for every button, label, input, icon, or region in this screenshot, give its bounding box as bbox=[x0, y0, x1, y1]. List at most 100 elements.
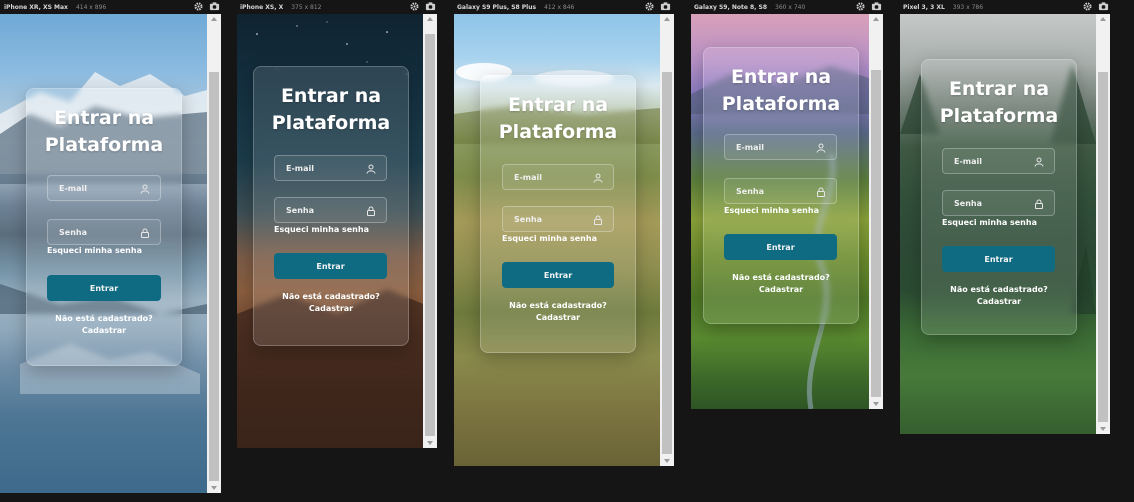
lock-icon bbox=[817, 187, 825, 197]
login-button[interactable]: Entrar bbox=[274, 253, 387, 279]
forgot-password-link[interactable]: Esqueci minha senha bbox=[47, 246, 142, 255]
forgot-password-link[interactable]: Esqueci minha senha bbox=[942, 218, 1037, 227]
password-label: Senha bbox=[59, 227, 87, 237]
camera-icon[interactable] bbox=[871, 1, 882, 12]
login-title: Entrar na Plataforma bbox=[481, 92, 635, 146]
vertical-scrollbar[interactable] bbox=[660, 14, 674, 466]
signup-prompt: Não está cadastrado? Cadastrar bbox=[254, 291, 408, 314]
scroll-up-arrow[interactable] bbox=[207, 14, 221, 24]
scroll-down-arrow[interactable] bbox=[1096, 424, 1110, 434]
scroll-down-arrow[interactable] bbox=[660, 456, 674, 466]
no-account-text: Não está cadastrado? bbox=[282, 292, 380, 301]
device-header: iPhone XS, X 375 x 812 bbox=[240, 0, 436, 14]
login-button[interactable]: Entrar bbox=[942, 246, 1055, 272]
title-line2: Plataforma bbox=[939, 104, 1059, 127]
login-button[interactable]: Entrar bbox=[724, 234, 837, 260]
login-card: Entrar na Plataforma E-mail Senha Esquec… bbox=[703, 47, 859, 324]
device-viewport: Entrar na Plataforma E-mail Senha Esquec… bbox=[0, 14, 221, 493]
forgot-password-link[interactable]: Esqueci minha senha bbox=[274, 225, 369, 234]
device-header: iPhone XR, XS Max 414 x 896 bbox=[4, 0, 220, 14]
email-field[interactable]: E-mail bbox=[502, 164, 614, 190]
device-name: Galaxy S9, Note 8, S8 bbox=[694, 3, 768, 11]
email-label: E-mail bbox=[286, 163, 315, 173]
title-line1: Entrar na bbox=[507, 94, 609, 116]
scroll-thumb[interactable] bbox=[662, 72, 672, 454]
email-field[interactable]: E-mail bbox=[942, 148, 1055, 174]
vertical-scrollbar[interactable] bbox=[207, 14, 221, 493]
register-link[interactable]: Cadastrar bbox=[481, 312, 635, 324]
device-name: Pixel 3, 3 XL bbox=[903, 3, 945, 11]
signup-prompt: Não está cadastrado? Cadastrar bbox=[481, 300, 635, 323]
gear-icon[interactable] bbox=[409, 1, 420, 12]
scroll-thumb[interactable] bbox=[1098, 72, 1108, 422]
scroll-up-arrow[interactable] bbox=[423, 14, 437, 24]
scroll-down-arrow[interactable] bbox=[423, 438, 437, 448]
login-title: Entrar na Plataforma bbox=[922, 76, 1076, 130]
password-field[interactable]: Senha bbox=[47, 219, 161, 245]
no-account-text: Não está cadastrado? bbox=[950, 285, 1048, 294]
scroll-up-arrow[interactable] bbox=[869, 14, 883, 24]
user-icon bbox=[366, 164, 376, 174]
login-title: Entrar na Plataforma bbox=[704, 64, 858, 118]
password-label: Senha bbox=[736, 186, 764, 196]
scroll-up-arrow[interactable] bbox=[660, 14, 674, 24]
scroll-up-arrow[interactable] bbox=[1096, 14, 1110, 24]
vertical-scrollbar[interactable] bbox=[1096, 14, 1110, 434]
scroll-thumb[interactable] bbox=[871, 70, 881, 397]
email-field[interactable]: E-mail bbox=[274, 155, 387, 181]
scroll-down-arrow[interactable] bbox=[869, 399, 883, 409]
scroll-thumb[interactable] bbox=[425, 34, 435, 436]
login-card: Entrar na Plataforma E-mail Senha Esquec… bbox=[26, 88, 182, 366]
title-line2: Plataforma bbox=[271, 111, 391, 134]
login-card: Entrar na Plataforma E-mail Senha Esquec… bbox=[921, 59, 1077, 335]
device-name: Galaxy S9 Plus, S8 Plus bbox=[457, 3, 537, 11]
user-icon bbox=[816, 143, 826, 153]
camera-icon[interactable] bbox=[1098, 1, 1109, 12]
scroll-thumb[interactable] bbox=[209, 72, 219, 481]
email-label: E-mail bbox=[954, 156, 983, 166]
device-name: iPhone XR, XS Max bbox=[4, 3, 68, 11]
device-header: Pixel 3, 3 XL 393 x 786 bbox=[903, 0, 1109, 14]
email-label: E-mail bbox=[514, 172, 543, 182]
gear-icon[interactable] bbox=[193, 1, 204, 12]
password-field[interactable]: Senha bbox=[502, 206, 614, 232]
scroll-down-arrow[interactable] bbox=[207, 483, 221, 493]
signup-prompt: Não está cadastrado? Cadastrar bbox=[27, 313, 181, 336]
lock-icon bbox=[367, 206, 375, 216]
title-line1: Entrar na bbox=[948, 78, 1050, 100]
camera-icon[interactable] bbox=[425, 1, 436, 12]
device-name: iPhone XS, X bbox=[240, 3, 284, 11]
title-line1: Entrar na bbox=[280, 85, 382, 107]
email-field[interactable]: E-mail bbox=[47, 175, 161, 201]
login-button[interactable]: Entrar bbox=[47, 275, 161, 301]
register-link[interactable]: Cadastrar bbox=[922, 296, 1076, 308]
forgot-password-link[interactable]: Esqueci minha senha bbox=[724, 206, 819, 215]
gear-icon[interactable] bbox=[855, 1, 866, 12]
register-link[interactable]: Cadastrar bbox=[704, 284, 858, 296]
no-account-text: Não está cadastrado? bbox=[509, 301, 607, 310]
email-field[interactable]: E-mail bbox=[724, 134, 837, 160]
vertical-scrollbar[interactable] bbox=[869, 14, 883, 409]
gear-icon[interactable] bbox=[1082, 1, 1093, 12]
gear-icon[interactable] bbox=[644, 1, 655, 12]
device-size: 393 x 786 bbox=[952, 3, 984, 11]
camera-icon[interactable] bbox=[209, 1, 220, 12]
email-label: E-mail bbox=[59, 183, 88, 193]
password-field[interactable]: Senha bbox=[942, 190, 1055, 216]
camera-icon[interactable] bbox=[660, 1, 671, 12]
password-label: Senha bbox=[286, 205, 314, 215]
password-label: Senha bbox=[954, 198, 982, 208]
register-link[interactable]: Cadastrar bbox=[27, 325, 181, 337]
vertical-scrollbar[interactable] bbox=[423, 14, 437, 448]
user-icon bbox=[140, 184, 150, 194]
password-field[interactable]: Senha bbox=[724, 178, 837, 204]
title-line1: Entrar na bbox=[730, 66, 832, 88]
login-title: Entrar na Plataforma bbox=[27, 105, 181, 159]
login-button[interactable]: Entrar bbox=[502, 262, 614, 288]
register-link[interactable]: Cadastrar bbox=[254, 303, 408, 315]
user-icon bbox=[1034, 157, 1044, 167]
password-field[interactable]: Senha bbox=[274, 197, 387, 223]
no-account-text: Não está cadastrado? bbox=[732, 273, 830, 282]
lock-icon bbox=[1035, 199, 1043, 209]
forgot-password-link[interactable]: Esqueci minha senha bbox=[502, 234, 597, 243]
